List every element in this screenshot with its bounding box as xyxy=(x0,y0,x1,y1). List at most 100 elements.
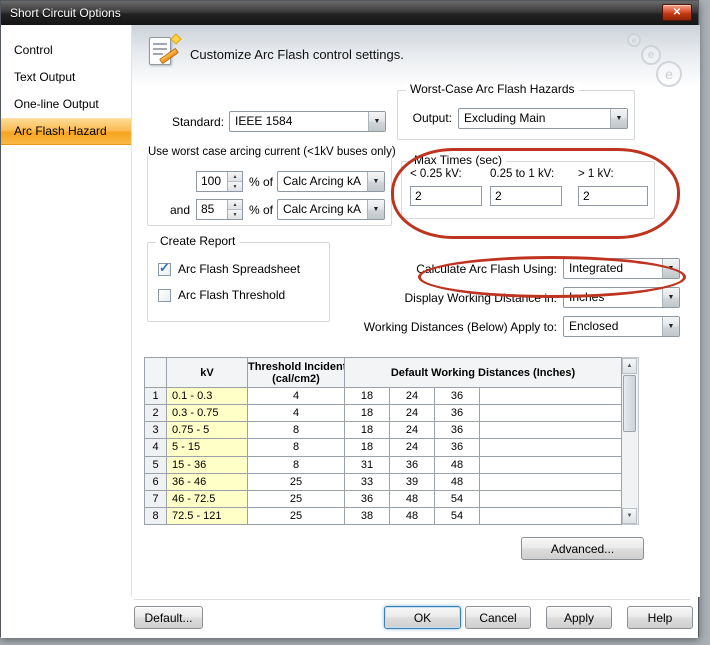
working-distance-cell[interactable]: 24 xyxy=(390,439,435,456)
close-button[interactable]: ✕ xyxy=(662,4,692,21)
working-distance-cell[interactable]: 36 xyxy=(435,422,480,439)
spin-down-icon[interactable]: ▼ xyxy=(228,210,242,219)
working-distance-cell[interactable]: 36 xyxy=(390,456,435,473)
filler-cell[interactable] xyxy=(480,507,622,524)
row-number-cell[interactable]: 7 xyxy=(145,490,167,507)
threshold-incident-cell[interactable]: 4 xyxy=(248,405,345,422)
spin-up-icon[interactable]: ▲ xyxy=(228,172,242,182)
table-row: 746 - 72.525364854 xyxy=(145,490,622,507)
cancel-button[interactable]: Cancel xyxy=(465,606,531,629)
standard-select[interactable]: IEEE 1584 ▼ xyxy=(229,111,386,132)
threshold-incident-cell[interactable]: 8 xyxy=(248,439,345,456)
threshold-incident-cell[interactable]: 25 xyxy=(248,473,345,490)
apply-button[interactable]: Apply xyxy=(546,606,612,629)
threshold-incident-cell[interactable]: 8 xyxy=(248,456,345,473)
percent-spinner-2[interactable]: 85 ▲ ▼ xyxy=(196,199,243,220)
scroll-up-icon[interactable]: ▲ xyxy=(622,358,637,374)
default-button[interactable]: Default... xyxy=(134,606,203,629)
working-distances-apply-select[interactable]: Enclosed ▼ xyxy=(563,316,680,337)
sidebar-item-text-output[interactable]: Text Output xyxy=(1,64,131,91)
row-number-cell[interactable]: 1 xyxy=(145,388,167,405)
arcing-source-select-2[interactable]: Calc Arcing kA ▼ xyxy=(277,199,385,220)
percent-spinner-1[interactable]: 100 ▲ ▼ xyxy=(196,171,243,192)
working-distance-cell[interactable]: 18 xyxy=(345,405,390,422)
kv-range-cell[interactable]: 0.1 - 0.3 xyxy=(167,388,248,405)
threshold-incident-cell[interactable]: 25 xyxy=(248,490,345,507)
working-distance-cell[interactable]: 24 xyxy=(390,422,435,439)
max-time-input-lt025[interactable]: 2 xyxy=(410,186,482,206)
working-distance-cell[interactable]: 54 xyxy=(435,507,480,524)
filler-cell[interactable] xyxy=(480,473,622,490)
filler-cell[interactable] xyxy=(480,456,622,473)
working-distance-cell[interactable]: 48 xyxy=(390,490,435,507)
row-number-cell[interactable]: 4 xyxy=(145,439,167,456)
row-number-cell[interactable]: 2 xyxy=(145,405,167,422)
kv-range-cell[interactable]: 0.3 - 0.75 xyxy=(167,405,248,422)
working-distance-cell[interactable]: 18 xyxy=(345,422,390,439)
kv-range-cell[interactable]: 72.5 - 121 xyxy=(167,507,248,524)
working-distance-cell[interactable]: 48 xyxy=(390,507,435,524)
advanced-button[interactable]: Advanced... xyxy=(521,537,644,560)
filler-cell[interactable] xyxy=(480,439,622,456)
row-number-cell[interactable]: 3 xyxy=(145,422,167,439)
chevron-down-icon[interactable]: ▼ xyxy=(662,317,679,336)
kv-range-cell[interactable]: 5 - 15 xyxy=(167,439,248,456)
spin-up-icon[interactable]: ▲ xyxy=(228,200,242,210)
spin-down-icon[interactable]: ▼ xyxy=(228,182,242,191)
working-distance-cell[interactable]: 36 xyxy=(435,388,480,405)
sidebar-item-one-line-output[interactable]: One-line Output xyxy=(1,91,131,118)
help-button[interactable]: Help xyxy=(627,606,693,629)
sidebar-item-arc-flash-hazard[interactable]: Arc Flash Hazard xyxy=(1,118,131,145)
chevron-down-icon[interactable]: ▼ xyxy=(610,109,627,128)
kv-range-cell[interactable]: 46 - 72.5 xyxy=(167,490,248,507)
chevron-down-icon[interactable]: ▼ xyxy=(367,200,384,219)
output-select[interactable]: Excluding Main ▼ xyxy=(458,108,628,129)
working-distance-cell[interactable]: 36 xyxy=(435,439,480,456)
working-distance-cell[interactable]: 54 xyxy=(435,490,480,507)
checkbox-checked[interactable]: ✓ xyxy=(158,263,171,276)
working-distance-cell[interactable]: 38 xyxy=(345,507,390,524)
working-distance-cell[interactable]: 24 xyxy=(390,405,435,422)
chevron-down-icon[interactable]: ▼ xyxy=(662,259,679,278)
max-time-input-025to1[interactable]: 2 xyxy=(490,186,562,206)
working-distance-cell[interactable]: 18 xyxy=(345,388,390,405)
working-distance-cell[interactable]: 39 xyxy=(390,473,435,490)
chevron-down-icon[interactable]: ▼ xyxy=(662,288,679,307)
scroll-down-icon[interactable]: ▼ xyxy=(622,508,637,524)
scrollbar-thumb[interactable] xyxy=(623,375,636,432)
working-distance-cell[interactable]: 48 xyxy=(435,456,480,473)
kv-range-cell[interactable]: 15 - 36 xyxy=(167,456,248,473)
chevron-down-icon[interactable]: ▼ xyxy=(368,112,385,131)
table-scrollbar[interactable]: ▲ ▼ xyxy=(622,357,639,525)
kv-range-cell[interactable]: 36 - 46 xyxy=(167,473,248,490)
chevron-down-icon[interactable]: ▼ xyxy=(367,172,384,191)
working-distance-cell[interactable]: 36 xyxy=(345,490,390,507)
display-distance-select[interactable]: Inches ▼ xyxy=(563,287,680,308)
max-time-input-gt1[interactable]: 2 xyxy=(578,186,648,206)
percent-of-label-2: % of xyxy=(249,199,273,221)
kv-range-cell[interactable]: 0.75 - 5 xyxy=(167,422,248,439)
filler-cell[interactable] xyxy=(480,422,622,439)
row-number-cell[interactable]: 6 xyxy=(145,473,167,490)
row-number-cell[interactable]: 8 xyxy=(145,507,167,524)
standard-label: Standard: xyxy=(150,111,224,133)
working-distance-cell[interactable]: 31 xyxy=(345,456,390,473)
row-number-cell[interactable]: 5 xyxy=(145,456,167,473)
checkbox-unchecked[interactable] xyxy=(158,289,171,302)
threshold-incident-cell[interactable]: 25 xyxy=(248,507,345,524)
filler-cell[interactable] xyxy=(480,405,622,422)
title-bar[interactable]: Short Circuit Options ✕ xyxy=(1,1,698,25)
working-distance-cell[interactable]: 18 xyxy=(345,439,390,456)
calculate-using-select[interactable]: Integrated ▼ xyxy=(563,258,680,279)
working-distance-cell[interactable]: 24 xyxy=(390,388,435,405)
sidebar-item-control[interactable]: Control xyxy=(1,37,131,64)
threshold-incident-cell[interactable]: 8 xyxy=(248,422,345,439)
filler-cell[interactable] xyxy=(480,490,622,507)
working-distance-cell[interactable]: 48 xyxy=(435,473,480,490)
working-distance-cell[interactable]: 33 xyxy=(345,473,390,490)
filler-cell[interactable] xyxy=(480,388,622,405)
threshold-incident-cell[interactable]: 4 xyxy=(248,388,345,405)
ok-button[interactable]: OK xyxy=(384,606,461,629)
working-distance-cell[interactable]: 36 xyxy=(435,405,480,422)
arcing-source-select-1[interactable]: Calc Arcing kA ▼ xyxy=(277,171,385,192)
